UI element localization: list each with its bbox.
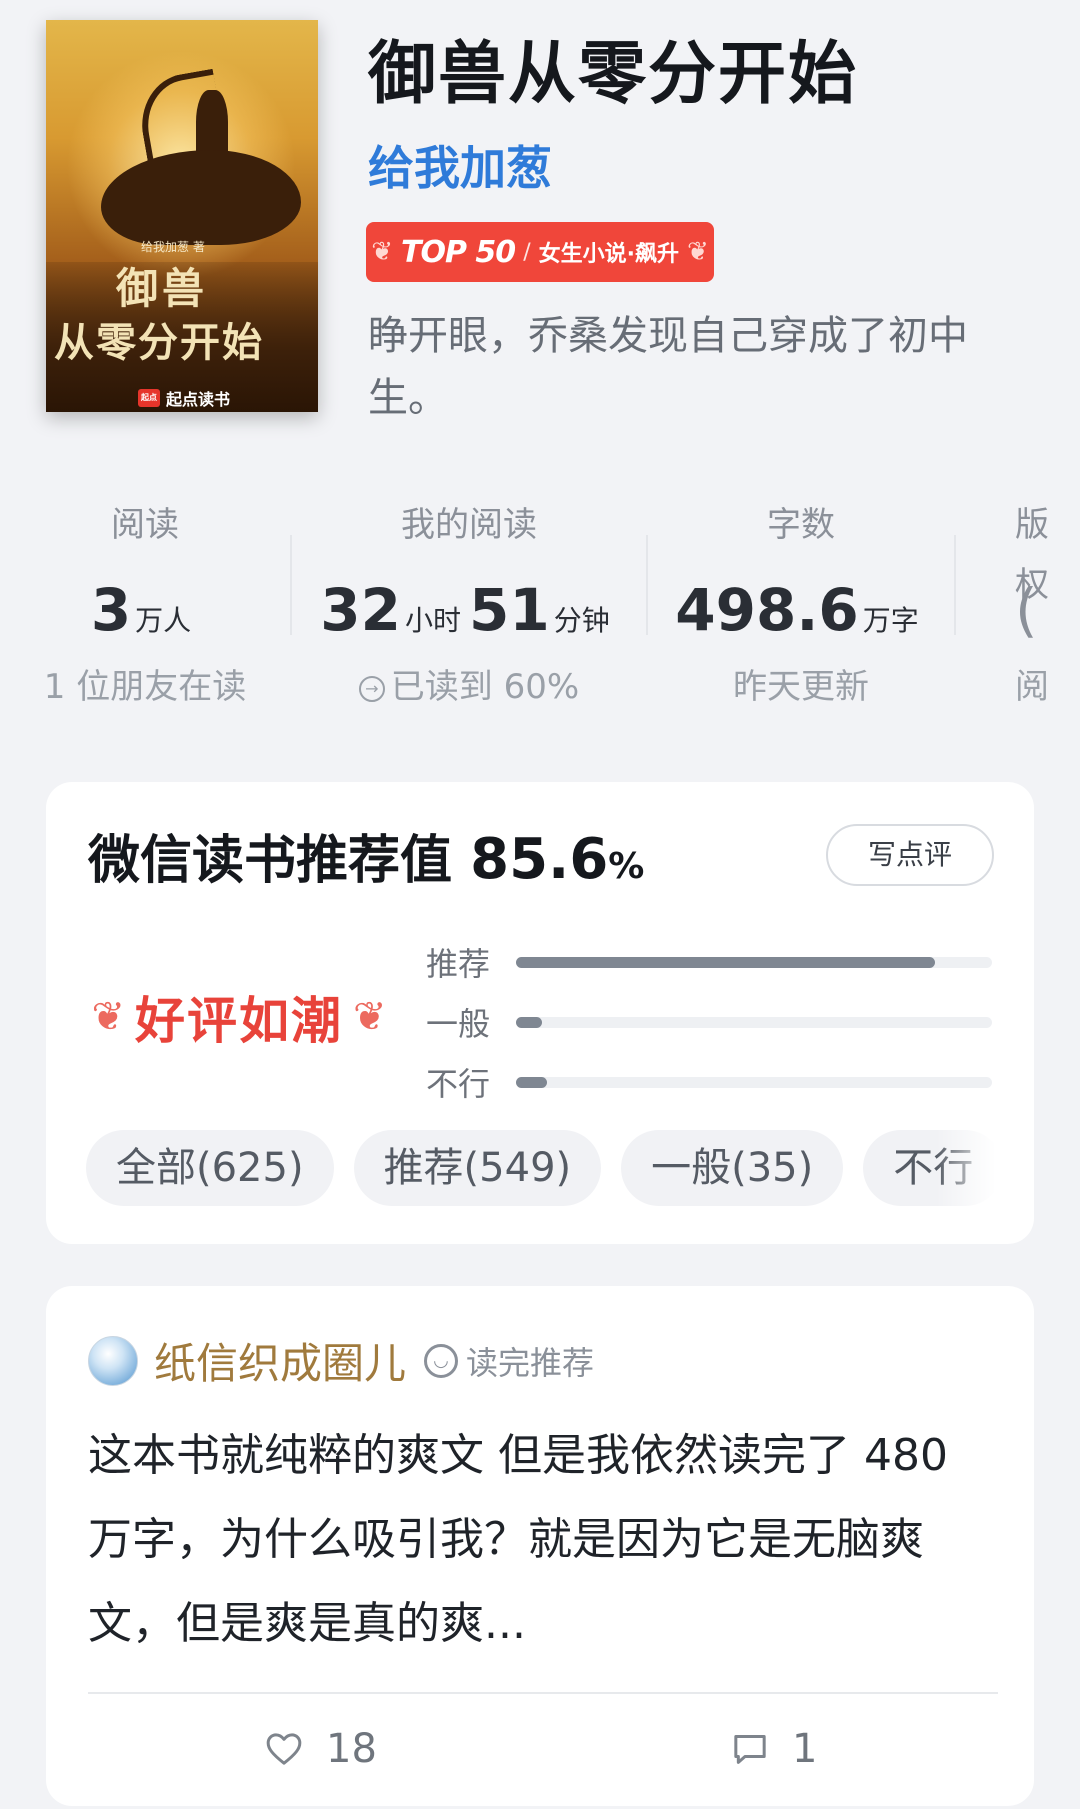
book-author-link[interactable]: 给我加葱 [368, 132, 552, 198]
stat-number: 32 [320, 576, 401, 644]
laurel-right-icon: ❦ [686, 237, 709, 267]
stat-number: 3 [90, 576, 132, 644]
rating-percent: 85.6 [470, 827, 609, 892]
smile-icon: ◡ [424, 1343, 459, 1378]
book-intro[interactable]: 睁开眼，乔桑发现自己穿成了初中生。 [368, 305, 1008, 429]
stat-unit: 万人 [135, 604, 192, 637]
comment-button[interactable]: 1 [730, 1726, 817, 1772]
stat-number: ( [1015, 576, 1038, 644]
book-cover[interactable]: 给我加葱 著 御兽 从零分开始 起点 起点读书 [46, 20, 318, 412]
bar-track [516, 1076, 992, 1088]
stat-label: 我的阅读 [401, 505, 537, 545]
stat-sub: 昨天更新 [733, 667, 869, 707]
bar-label: 一般 [426, 1005, 491, 1043]
review-text[interactable]: 这本书就纯粹的爽文 但是我依然读完了 480 万字，为什么吸引我？就是因为它是无… [88, 1414, 998, 1666]
laurel-right-icon: ❦ [353, 994, 387, 1040]
stat-value: 32 小时 51 分钟 [292, 575, 646, 645]
cover-title-line2: 从零分开始 [54, 319, 264, 366]
laurel-left-icon: ❦ [371, 237, 394, 267]
stat-copyright[interactable]: 版权 ( 阅 [1015, 495, 1080, 708]
publisher-name: 起点读书 [166, 390, 231, 409]
stat-readers[interactable]: 阅读 3 万人 1 位朋友在读 [0, 495, 290, 708]
divider [88, 1692, 998, 1694]
stat-sub: 阅 [1015, 667, 1049, 707]
like-count: 18 [326, 1726, 377, 1772]
comment-icon [734, 1735, 766, 1764]
book-detail-page: 给我加葱 著 御兽 从零分开始 起点 起点读书 御兽从零分开始 给我加葱 ❦ T… [0, 0, 1080, 1809]
bar-track [516, 956, 992, 968]
rating-bars: 推荐 一般 不行 [426, 932, 996, 1112]
rating-bar-bad: 不行 [426, 1052, 996, 1112]
write-review-button[interactable]: 写点评 [826, 824, 994, 886]
stat-word-count[interactable]: 字数 498.6 万字 昨天更新 [648, 495, 954, 708]
filter-chip-average[interactable]: 一般(35) [621, 1130, 844, 1206]
bar-fill [516, 1016, 543, 1028]
praise-text: 好评如潮 [135, 992, 343, 1050]
stat-unit: 万字 [862, 604, 919, 637]
stat-sub: 1 位朋友在读 [43, 667, 247, 707]
rank-separator: / [523, 239, 531, 265]
chips-fade [936, 1130, 996, 1206]
rating-title: 微信读书推荐值 85.6% [88, 818, 644, 893]
publisher-logo-icon: 起点 [138, 389, 160, 407]
rating-bar-recommend: 推荐 [426, 932, 996, 992]
rating-card: 微信读书推荐值 85.6% 写点评 ❦ 好评如潮 ❦ 推荐 一般 不行 全部(6 [46, 782, 1034, 1244]
cover-publisher: 起点 起点读书 [138, 386, 230, 410]
bar-label: 不行 [426, 1065, 491, 1103]
stat-unit: 分钟 [553, 604, 610, 637]
cover-author-line: 给我加葱 著 [141, 240, 205, 254]
heart-icon [266, 1733, 302, 1765]
stat-label: 字数 [767, 505, 835, 545]
review-card[interactable]: 纸信织成圈儿 ◡ 读完推荐 这本书就纯粹的爽文 但是我依然读完了 480 万字，… [46, 1286, 1034, 1806]
stat-divider [954, 535, 956, 635]
stat-value: 498.6 万字 [648, 575, 954, 645]
stats-row: 阅读 3 万人 1 位朋友在读 我的阅读 32 小时 51 分钟 → 已读到 60% 字数… [0, 495, 1080, 735]
bar-label: 推荐 [426, 945, 491, 983]
filter-chip-all[interactable]: 全部(625) [86, 1130, 334, 1206]
bar-fill [516, 956, 935, 968]
review-tag: 读完推荐 [466, 1343, 595, 1382]
stat-sub: → 已读到 60% [292, 659, 646, 708]
stat-number: 51 [469, 576, 550, 644]
stat-my-reading[interactable]: 我的阅读 32 小时 51 分钟 → 已读到 60% [292, 495, 646, 708]
book-title: 御兽从零分开始 [368, 35, 859, 114]
avatar[interactable] [88, 1335, 138, 1386]
rating-bar-average: 一般 [426, 992, 996, 1052]
comment-count: 1 [792, 1726, 818, 1772]
rank-badge[interactable]: ❦ TOP 50 / 女生小说·飙升 ❦ [366, 222, 714, 282]
stat-label: 阅读 [111, 505, 179, 545]
stat-number: 498.6 [675, 576, 859, 644]
stat-label: 版权 [1015, 505, 1049, 605]
stat-sub-text: 已读到 60% [390, 667, 580, 707]
stat-value: 3 万人 [0, 575, 290, 645]
bar-fill [516, 1076, 547, 1088]
review-filter-chips: 全部(625) 推荐(549) 一般(35) 不行 [86, 1130, 996, 1206]
rating-percent-sign: % [608, 846, 645, 887]
reviewer-row: 纸信织成圈儿 ◡ 读完推荐 [88, 1330, 594, 1391]
arrow-circle-icon: → [358, 675, 385, 702]
rank-top: TOP 50 [401, 234, 516, 270]
bar-track [516, 1016, 992, 1028]
rank-category: 女生小说·飙升 [538, 242, 679, 267]
cover-title-line1: 御兽 [116, 264, 209, 313]
like-button[interactable]: 18 [264, 1726, 377, 1772]
filter-chip-recommend[interactable]: 推荐(549) [353, 1130, 602, 1206]
reviewer-name[interactable]: 纸信织成圈儿 [154, 1330, 406, 1391]
praise-badge: ❦ 好评如潮 ❦ [84, 967, 394, 1067]
stat-unit: 小时 [404, 604, 461, 637]
laurel-left-icon: ❦ [91, 994, 125, 1040]
rating-label: 微信读书推荐值 [88, 831, 453, 891]
